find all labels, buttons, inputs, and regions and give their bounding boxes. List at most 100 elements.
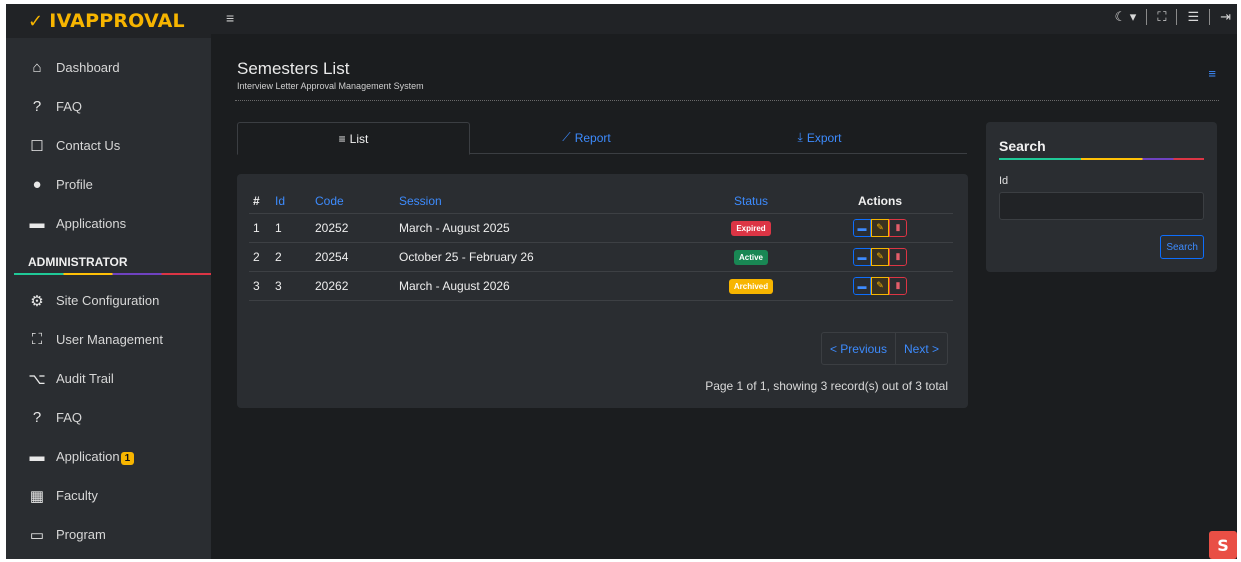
table-header-row: # Id Code Session Status Actions bbox=[249, 189, 953, 213]
sidebar-item-application[interactable]: ▬ Application 1 bbox=[6, 437, 211, 476]
view-folder-icon[interactable]: ▬ bbox=[853, 218, 871, 237]
folder-icon: ▬ bbox=[29, 215, 45, 232]
sidebar: ✓ IVAPPROVAL ⌂ Dashboard ? FAQ ☐ Contact… bbox=[6, 4, 211, 560]
sidebar-item-label: User Management bbox=[56, 332, 163, 347]
admin-nav: ⚙ Site Configuration ⛶ User Management ⌥… bbox=[6, 281, 211, 554]
delete-trash-icon[interactable]: ▮ bbox=[889, 247, 907, 266]
status-badge: Archived bbox=[728, 278, 774, 294]
chart-line-icon: ⟋ bbox=[562, 130, 571, 144]
sidebar-item-faq-admin[interactable]: ? FAQ bbox=[6, 398, 211, 437]
sidebar-section-administrator: ADMINISTRATOR bbox=[6, 243, 211, 281]
edit-icon[interactable]: ✎ bbox=[871, 247, 889, 266]
header-status[interactable]: Status bbox=[695, 189, 803, 213]
edit-icon[interactable]: ✎ bbox=[871, 276, 889, 295]
table-row: 2 2 20254 October 25 - February 26 Active ▬ ✎ ▮ bbox=[249, 241, 953, 271]
cell-actions: ▬ ✎ ▮ bbox=[803, 241, 953, 271]
view-folder-icon[interactable]: ▬ bbox=[853, 247, 871, 266]
tab-list[interactable]: ≡ List bbox=[237, 122, 470, 155]
sidebar-item-site-configuration[interactable]: ⚙ Site Configuration bbox=[6, 281, 211, 320]
sidebar-item-label: Contact Us bbox=[56, 138, 121, 153]
sidebar-item-faq[interactable]: ? FAQ bbox=[6, 87, 211, 126]
cell-id: 3 bbox=[271, 270, 311, 301]
sidebar-item-label: Program bbox=[56, 527, 106, 542]
delete-trash-icon[interactable]: ▮ bbox=[889, 276, 907, 295]
notification-badge: 1 bbox=[120, 451, 135, 465]
brand-logo[interactable]: ✓ IVAPPROVAL bbox=[6, 4, 211, 38]
status-badge: Active bbox=[733, 249, 768, 265]
status-badge: Expired bbox=[731, 220, 771, 236]
check-icon: ✓ bbox=[28, 10, 44, 32]
cell-num: 3 bbox=[249, 270, 271, 301]
tab-label: List bbox=[349, 131, 369, 146]
sidebar-item-profile[interactable]: ● Profile bbox=[6, 165, 211, 204]
sidebar-item-label: Dashboard bbox=[56, 60, 120, 75]
cell-session: March - August 2025 bbox=[395, 212, 695, 242]
sidebar-item-applications[interactable]: ▬ Applications bbox=[6, 204, 211, 243]
section-divider bbox=[14, 273, 211, 275]
search-panel: Search Id Search bbox=[986, 122, 1217, 272]
table-row: 1 1 20252 March - August 2025 Expired ▬ ✎ ▮ bbox=[249, 212, 953, 242]
hamburger-menu-icon[interactable]: ≡ bbox=[226, 10, 234, 26]
cell-num: 2 bbox=[249, 241, 271, 271]
home-icon: ⌂ bbox=[32, 59, 42, 76]
page-subtitle: Interview Letter Approval Management Sys… bbox=[237, 81, 424, 91]
sidebar-item-label: FAQ bbox=[56, 99, 83, 114]
sidebar-item-label: Applications bbox=[56, 216, 127, 231]
help-icon: ? bbox=[32, 409, 42, 426]
header-session[interactable]: Session bbox=[395, 189, 695, 213]
pagination-info: Page 1 of 1, showing 3 record(s) out of … bbox=[705, 379, 948, 393]
panel-icon[interactable]: ☰ bbox=[1187, 9, 1199, 25]
fullscreen-icon[interactable]: ⛶ bbox=[1157, 9, 1166, 25]
page-menu-icon[interactable]: ≡ bbox=[1208, 66, 1216, 81]
cell-id: 1 bbox=[271, 212, 311, 242]
sidebar-item-contact-us[interactable]: ☐ Contact Us bbox=[6, 126, 211, 165]
cell-actions: ▬ ✎ ▮ bbox=[803, 270, 953, 301]
cell-code: 20254 bbox=[311, 241, 395, 271]
delete-trash-icon[interactable]: ▮ bbox=[889, 218, 907, 237]
view-folder-icon[interactable]: ▬ bbox=[853, 276, 871, 295]
tab-report[interactable]: ⟋ Report bbox=[470, 122, 703, 153]
semesters-table: # Id Code Session Status Actions 1 1 20252… bbox=[249, 189, 953, 301]
search-title: Search bbox=[999, 138, 1046, 154]
user-icon: ● bbox=[32, 176, 42, 193]
cell-num: 1 bbox=[249, 212, 271, 242]
cell-status: Archived bbox=[695, 270, 803, 301]
search-button[interactable]: Search bbox=[1160, 235, 1204, 259]
corner-logo: S bbox=[1209, 531, 1237, 559]
topbar-actions: ☾ ▾ ⛶ ☰ ⇥ bbox=[1115, 9, 1231, 25]
divider bbox=[1209, 9, 1211, 25]
list-icon: ≡ bbox=[338, 131, 346, 146]
pagination: < Previous Next > bbox=[820, 332, 948, 365]
main-content: Semesters List Interview Letter Approval… bbox=[211, 34, 1237, 559]
brand-name: IVAPPROVAL bbox=[49, 10, 185, 32]
help-icon: ? bbox=[32, 98, 42, 115]
edit-icon[interactable]: ✎ bbox=[871, 218, 889, 237]
theme-toggle-icon[interactable]: ☾ ▾ bbox=[1115, 9, 1137, 25]
id-search-input[interactable] bbox=[999, 192, 1204, 220]
sidebar-item-label: Profile bbox=[56, 177, 93, 192]
sidebar-item-faculty[interactable]: ▦ Faculty bbox=[6, 476, 211, 515]
logout-icon[interactable]: ⇥ bbox=[1220, 9, 1231, 25]
action-buttons: ▬ ✎ ▮ bbox=[853, 218, 907, 237]
gear-icon: ⚙ bbox=[30, 292, 44, 310]
table-row: 3 3 20262 March - August 2026 Archived ▬ ✎ ▮ bbox=[249, 270, 953, 301]
sidebar-item-program[interactable]: ▭ Program bbox=[6, 515, 211, 554]
view-tabs: ≡ List ⟋ Report ⤓ Export bbox=[237, 122, 967, 155]
header-code[interactable]: Code bbox=[311, 189, 395, 213]
tab-label: Report bbox=[574, 130, 611, 145]
action-buttons: ▬ ✎ ▮ bbox=[853, 276, 907, 295]
cell-code: 20252 bbox=[311, 212, 395, 242]
page-title: Semesters List bbox=[237, 59, 350, 78]
header-num: # bbox=[253, 193, 260, 208]
building-icon: ▦ bbox=[29, 487, 45, 505]
download-icon: ⤓ bbox=[797, 130, 803, 144]
sidebar-item-audit-trail[interactable]: ⌥ Audit Trail bbox=[6, 359, 211, 398]
next-button[interactable]: Next > bbox=[894, 333, 947, 364]
header-id[interactable]: Id bbox=[271, 189, 311, 213]
title-divider bbox=[235, 100, 1219, 101]
previous-button[interactable]: < Previous bbox=[822, 333, 895, 364]
sidebar-item-user-management[interactable]: ⛶ User Management bbox=[6, 320, 211, 359]
tab-export[interactable]: ⤓ Export bbox=[703, 122, 936, 153]
sidebar-item-dashboard[interactable]: ⌂ Dashboard bbox=[6, 48, 211, 87]
search-divider bbox=[999, 158, 1204, 160]
